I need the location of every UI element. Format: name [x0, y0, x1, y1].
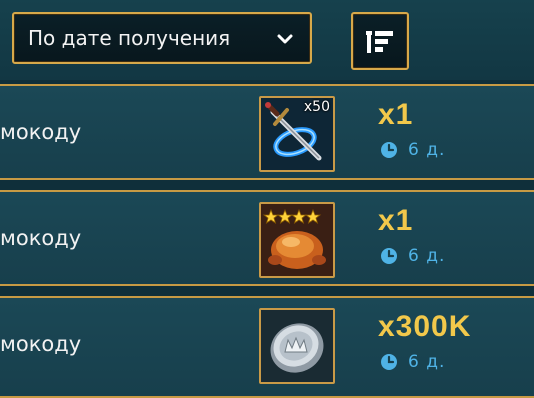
reward-row[interactable]: мокоду x50 x1 6 д. [0, 84, 534, 180]
reward-amount: x300K [378, 310, 472, 343]
reward-amount: x1 [378, 98, 414, 131]
clock-icon [381, 248, 397, 264]
roast-chicken-icon [261, 204, 333, 276]
clock-icon [381, 354, 397, 370]
reward-timer: 6 д. [380, 140, 445, 160]
sort-order-icon [366, 31, 393, 53]
sort-dropdown[interactable]: По дате получения [12, 12, 312, 64]
timer-text: 6 д. [408, 140, 446, 160]
reward-item-slot[interactable] [259, 308, 335, 384]
item-quantity: x50 [303, 99, 330, 115]
reward-timer: 6 д. [380, 246, 445, 266]
reward-description: мокоду [0, 120, 82, 144]
clock-icon [381, 142, 397, 158]
reward-description: мокоду [0, 332, 82, 356]
sort-bar: По дате получения [0, 0, 534, 80]
reward-item-slot[interactable]: x50 [259, 96, 335, 172]
reward-description: мокоду [0, 226, 82, 250]
chevron-down-icon [277, 34, 293, 44]
reward-row[interactable]: мокоду x300K 6 д. [0, 296, 534, 398]
timer-text: 6 д. [408, 246, 446, 266]
silver-coin-icon [261, 310, 333, 382]
sort-dropdown-label: По дате получения [28, 26, 231, 50]
reward-item-slot[interactable] [259, 202, 335, 278]
timer-text: 6 д. [408, 352, 446, 372]
reward-timer: 6 д. [380, 352, 445, 372]
sort-order-button[interactable] [351, 12, 409, 70]
reward-row[interactable]: мокоду x1 6 д. [0, 190, 534, 286]
reward-amount: x1 [378, 204, 414, 237]
